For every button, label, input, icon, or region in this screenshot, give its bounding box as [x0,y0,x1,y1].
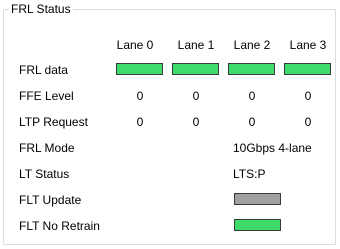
ltp-request-label: LTP Request [19,115,88,129]
ltp-request-lane-1-value: 0 [192,115,200,129]
frl-data-lane-3-indicator [284,63,331,75]
frl-data-lane-0-indicator [116,63,163,75]
flt-update-indicator [234,193,281,205]
lane-2-header: Lane 2 [233,38,271,52]
ffe-level-lane-3-value: 0 [304,89,312,103]
frl-mode-value: 10Gbps 4-lane [233,141,312,155]
lt-status-label: LT Status [19,167,70,181]
flt-no-retrain-indicator [234,219,281,231]
ffe-level-lane-1-value: 0 [192,89,200,103]
lane-0-header: Lane 0 [116,38,154,52]
ltp-request-lane-3-value: 0 [304,115,312,129]
ltp-request-lane-2-value: 0 [248,115,256,129]
ltp-request-lane-0-value: 0 [136,115,144,129]
flt-update-label: FLT Update [19,193,82,207]
ffe-level-lane-2-value: 0 [248,89,256,103]
frl-mode-label: FRL Mode [19,141,75,155]
lt-status-value: LTS:P [233,167,266,181]
ffe-level-label: FFE Level [19,89,74,103]
lane-3-header: Lane 3 [289,38,327,52]
lane-1-header: Lane 1 [177,38,215,52]
frl-data-lane-1-indicator [172,63,219,75]
frl-data-label: FRL data [19,63,68,77]
frl-status-title: FRL Status [9,2,73,16]
flt-no-retrain-label: FLT No Retrain [19,219,100,233]
frl-data-lane-2-indicator [228,63,275,75]
ffe-level-lane-0-value: 0 [136,89,144,103]
